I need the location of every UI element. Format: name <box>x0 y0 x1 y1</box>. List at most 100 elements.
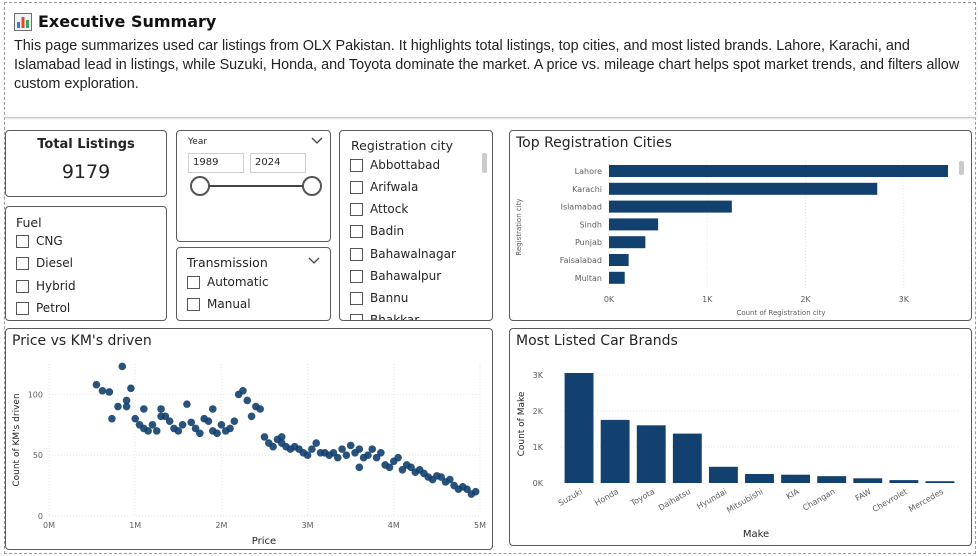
bar-honda <box>600 419 630 483</box>
category-label: Mercedes <box>907 487 945 514</box>
x-tick-label: 0K <box>604 295 615 304</box>
city-option-abbottabad[interactable]: Abbottabad <box>350 158 440 172</box>
checkbox[interactable] <box>187 275 200 289</box>
checkbox[interactable] <box>350 291 363 305</box>
x-axis-title: Make <box>743 529 769 540</box>
y-tick-label: 100 <box>28 390 43 399</box>
data-point <box>312 439 321 447</box>
data-point <box>208 405 217 413</box>
category-label: Hyundai <box>695 487 728 511</box>
data-point <box>183 400 191 408</box>
data-point <box>118 362 127 371</box>
data-point <box>377 448 385 457</box>
y-tick-label: 2K <box>533 407 544 416</box>
category-label: Multan <box>575 274 602 283</box>
chart-scrollbar[interactable] <box>959 161 964 175</box>
checkbox[interactable] <box>16 279 29 293</box>
fuel-option-petrol[interactable]: Petrol <box>16 301 70 315</box>
year-end-handle[interactable] <box>302 176 322 196</box>
bar-changan <box>817 476 847 483</box>
year-from-input[interactable]: 1989 <box>188 153 244 173</box>
category-label: Daihatsu <box>657 487 692 513</box>
y-axis-title: Count of KM's driven <box>12 393 22 486</box>
category-label: Lahore <box>575 167 602 176</box>
data-point <box>122 402 131 411</box>
data-point <box>355 445 364 453</box>
city-option-badin[interactable]: Badin <box>350 224 404 238</box>
checkbox[interactable] <box>350 247 363 261</box>
data-point <box>226 424 234 433</box>
data-point <box>178 421 187 429</box>
transmission-option-automatic[interactable]: Automatic <box>187 275 269 289</box>
chevron-down-icon[interactable] <box>308 257 320 265</box>
category-label: Chevrolet <box>871 487 909 514</box>
category-label: Islamabad <box>561 203 602 212</box>
checkbox[interactable] <box>350 180 363 194</box>
data-point <box>92 380 101 389</box>
fuel-slicer: Fuel CNG Diesel Hybrid Petrol <box>5 206 167 321</box>
top-cities-chart-title: Top Registration Cities <box>516 135 672 151</box>
executive-summary-panel: Executive Summary This page summarizes u… <box>4 4 976 118</box>
bar-faisalabad <box>609 254 629 266</box>
x-tick-label: 2M <box>215 521 227 530</box>
year-range-track[interactable] <box>200 185 312 187</box>
city-option-bannu[interactable]: Bannu <box>350 291 408 305</box>
checkbox[interactable] <box>350 313 363 320</box>
summary-title: Executive Summary <box>38 12 217 31</box>
checkbox[interactable] <box>16 256 29 270</box>
category-label: Toyota <box>628 487 656 508</box>
bar-karachi <box>609 182 878 195</box>
y-tick-label: 0K <box>533 479 544 488</box>
city-option-bhakkar[interactable]: Bhakkar <box>350 313 419 320</box>
category-label: KIA <box>785 487 801 502</box>
chevron-down-icon[interactable] <box>311 137 323 145</box>
city-option-arifwala[interactable]: Arifwala <box>350 180 418 194</box>
data-point <box>98 386 107 395</box>
city-option-bahawalnagar[interactable]: Bahawalnagar <box>350 247 456 261</box>
registration-slicer-title: Registration city <box>351 138 453 153</box>
bar-sindh <box>609 218 659 231</box>
y-axis-title: Count of Make <box>517 391 527 456</box>
checkbox[interactable] <box>16 301 29 315</box>
data-point <box>196 429 204 438</box>
data-point <box>243 396 252 405</box>
category-label: Faisalabad <box>560 256 602 265</box>
checkbox[interactable] <box>350 269 363 283</box>
city-option-bahawalpur[interactable]: Bahawalpur <box>350 269 441 283</box>
brands-chart-title: Most Listed Car Brands <box>516 333 678 349</box>
fuel-option-hybrid[interactable]: Hybrid <box>16 279 76 293</box>
transmission-option-manual[interactable]: Manual <box>187 297 251 311</box>
transmission-slicer: Transmission Automatic Manual <box>176 247 331 321</box>
checkbox[interactable] <box>16 234 29 248</box>
checkbox[interactable] <box>187 297 200 311</box>
year-to-input[interactable]: 2024 <box>250 153 306 173</box>
category-label: Suzuki <box>557 487 584 508</box>
data-point <box>157 412 165 421</box>
fuel-option-diesel[interactable]: Diesel <box>16 256 73 270</box>
bar-daihatsu <box>672 433 702 483</box>
category-label: Honda <box>593 487 620 508</box>
fuel-option-cng[interactable]: CNG <box>16 234 63 248</box>
data-point <box>342 451 351 459</box>
price-km-chart-title: Price vs KM's driven <box>12 333 152 349</box>
data-point <box>204 417 213 425</box>
checkbox[interactable] <box>350 224 363 238</box>
kpi-label: Total Listings <box>37 137 135 152</box>
y-tick-label: 0 <box>38 512 43 521</box>
kpi-value: 9179 <box>61 161 111 183</box>
slicer-scrollbar[interactable] <box>482 153 487 173</box>
summary-title-row: Executive Summary <box>14 12 216 31</box>
category-label: Punjab <box>575 238 602 247</box>
data-point <box>165 417 174 425</box>
year-slicer-title: Year <box>188 137 208 147</box>
x-axis-title: Price <box>252 536 276 547</box>
x-tick-label: 1K <box>702 295 713 304</box>
city-option-attock[interactable]: Attock <box>350 202 408 216</box>
year-start-handle[interactable] <box>190 176 210 196</box>
checkbox[interactable] <box>350 158 363 172</box>
checkbox[interactable] <box>350 202 363 216</box>
data-point <box>239 386 247 395</box>
total-listings-card: Total Listings 9179 <box>5 130 167 197</box>
x-tick-label: 3M <box>302 521 314 530</box>
y-axis-title: Registration city <box>515 198 523 255</box>
